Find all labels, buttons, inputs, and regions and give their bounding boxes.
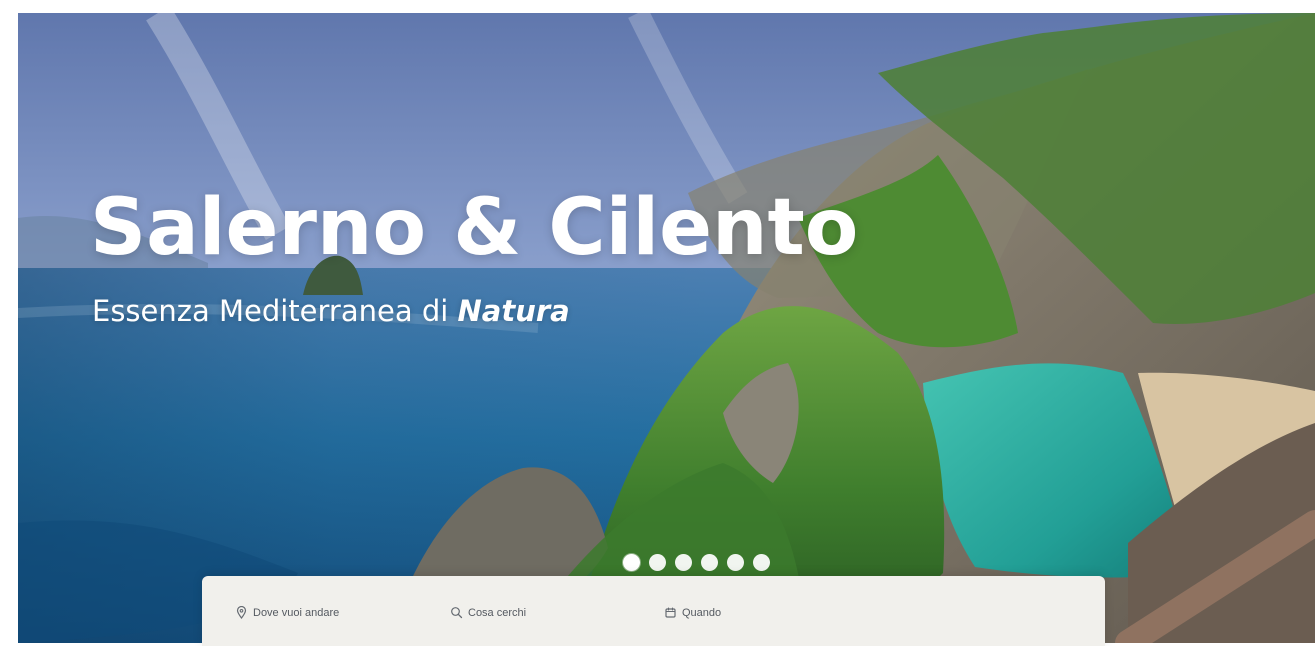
carousel-dot-5[interactable] xyxy=(727,554,744,571)
hero-subtitle: Essenza Mediterranea di Natura xyxy=(92,293,570,329)
where-label: Dove vuoi andare xyxy=(253,606,340,619)
hero-banner: Salerno & Cilento Essenza Mediterranea d… xyxy=(18,13,1315,643)
carousel-dot-3[interactable] xyxy=(675,554,692,571)
what-field[interactable]: Cosa cerchi xyxy=(450,606,526,619)
carousel-dot-4[interactable] xyxy=(701,554,718,571)
hero-subtitle-emphasis: Natura xyxy=(457,294,570,328)
hero-title: Salerno & Cilento xyxy=(90,183,859,273)
carousel-pagination xyxy=(623,554,770,571)
search-icon xyxy=(451,607,463,619)
calendar-icon xyxy=(665,607,676,618)
hero-subtitle-prefix: Essenza Mediterranea di xyxy=(92,294,458,328)
search-panel: Dove vuoi andare Cosa cerchi Quando xyxy=(202,576,1105,646)
carousel-dot-6[interactable] xyxy=(753,554,770,571)
map-pin-icon xyxy=(236,606,247,619)
what-label: Cosa cerchi xyxy=(468,606,527,619)
carousel-dot-2[interactable] xyxy=(649,554,666,571)
where-field[interactable]: Dove vuoi andare xyxy=(235,606,339,619)
carousel-dot-1[interactable] xyxy=(623,554,640,571)
when-field[interactable]: Quando xyxy=(664,606,721,619)
when-label: Quando xyxy=(682,606,722,619)
